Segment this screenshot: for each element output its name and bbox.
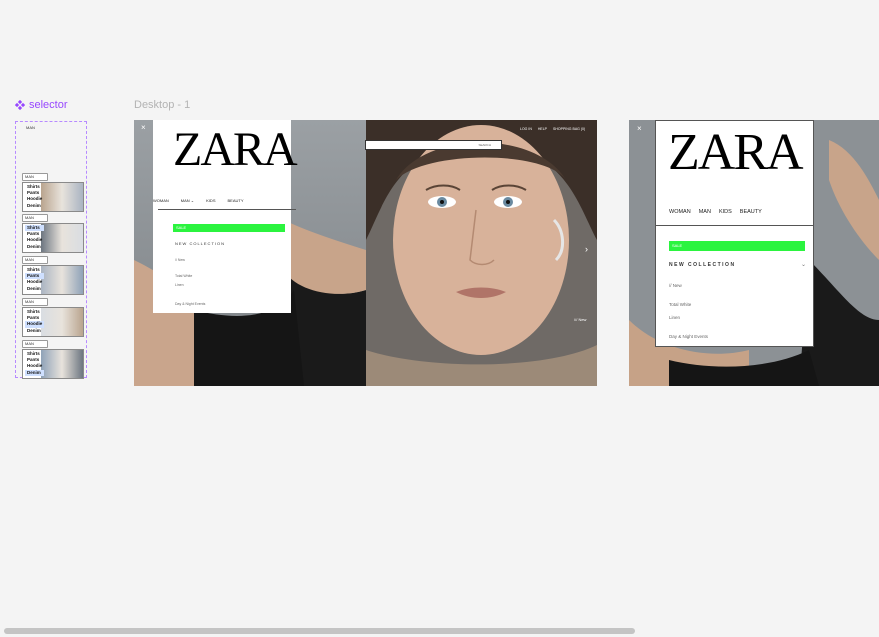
new-collection[interactable]: NEW COLLECTION bbox=[175, 241, 225, 246]
selector-variant[interactable]: MAN Shirts Pants Hoodie Denim bbox=[22, 173, 84, 212]
variant-option[interactable]: Hoodie bbox=[25, 279, 44, 285]
link-total-white[interactable]: Total White bbox=[175, 274, 192, 278]
menu-panel-2: ZARA WOMAN MAN KIDS BEAUTY SALE NEW COLL… bbox=[655, 120, 814, 347]
nav-tabs: WOMAN MAN KIDS BEAUTY bbox=[669, 209, 762, 215]
top-links: LOG IN HELP SHOPPING BAG (0) bbox=[520, 127, 585, 131]
horizontal-scrollbar[interactable] bbox=[4, 628, 635, 634]
selector-variant[interactable]: MAN Shirts Pants Hoodie Denim bbox=[22, 214, 84, 253]
link-linen[interactable]: Linen bbox=[175, 283, 184, 287]
tab-man[interactable]: MAN ⌄ bbox=[181, 198, 194, 203]
sale-bar[interactable]: SALE bbox=[173, 224, 285, 232]
tab-woman[interactable]: WOMAN bbox=[153, 198, 169, 203]
tab-kids[interactable]: KIDS bbox=[206, 198, 215, 203]
variant-option[interactable]: Hoodie bbox=[25, 237, 44, 243]
variant-option[interactable]: Denim bbox=[25, 286, 44, 292]
tab-beauty[interactable]: BEAUTY bbox=[740, 209, 762, 215]
variant-pill[interactable]: MAN bbox=[22, 298, 48, 306]
variant-pill[interactable]: MAN bbox=[22, 173, 48, 181]
login-link[interactable]: LOG IN bbox=[520, 127, 532, 131]
link-day-night-events[interactable]: Day & Night Events bbox=[175, 302, 205, 306]
tab-man[interactable]: MAN bbox=[699, 209, 711, 215]
model-face-svg bbox=[366, 120, 597, 386]
link-linen[interactable]: Linen bbox=[669, 315, 680, 320]
component-set[interactable]: MAN MAN Shirts Pants Hoodie Denim MAN Shirts Pa… bbox=[15, 121, 87, 379]
desktop-frame-2[interactable]: × ZARA WOMAN MAN KIDS BEAUTY SALE NEW CO… bbox=[629, 120, 879, 386]
variant-pill[interactable]: MAN bbox=[22, 256, 48, 264]
search-input[interactable]: SEARCH bbox=[365, 140, 502, 150]
tab-man-label: MAN bbox=[180, 198, 190, 203]
close-icon[interactable]: × bbox=[141, 123, 146, 132]
frame-label[interactable]: Desktop - 1 bbox=[134, 99, 190, 111]
selector-top-label: MAN bbox=[26, 125, 35, 130]
new-collection[interactable]: NEW COLLECTION bbox=[669, 262, 736, 268]
desktop-frame[interactable]: × ZARA WOMAN MAN ⌄ KIDS BEAUTY SALE NEW … bbox=[134, 120, 597, 386]
variant-option[interactable]: Denim bbox=[25, 244, 44, 250]
variant-option[interactable]: Hoodie bbox=[25, 196, 44, 202]
variant-pill[interactable]: MAN bbox=[22, 214, 48, 222]
close-icon[interactable]: × bbox=[637, 124, 642, 133]
variant-option[interactable]: Hoodie bbox=[25, 321, 45, 328]
variant-list: Shirts Pants Hoodie Denim bbox=[25, 351, 45, 376]
tab-divider bbox=[656, 225, 813, 226]
nav-tabs: WOMAN MAN ⌄ KIDS BEAUTY bbox=[153, 198, 244, 203]
chevron-down-icon: ⌄ bbox=[190, 198, 195, 203]
variant-option[interactable]: Denim bbox=[25, 369, 45, 376]
help-link[interactable]: HELP bbox=[538, 127, 547, 131]
link-new[interactable]: // New bbox=[669, 283, 682, 288]
variant-dropdown: Shirts Pants Hoodie Denim bbox=[22, 349, 84, 379]
component-name: selector bbox=[29, 99, 68, 111]
menu-panel: ZARA WOMAN MAN ⌄ KIDS BEAUTY SALE NEW CO… bbox=[153, 120, 298, 313]
variant-dropdown: Shirts Pants Hoodie Denim bbox=[22, 307, 84, 337]
tab-kids[interactable]: KIDS bbox=[719, 209, 732, 215]
new-badge: /// New bbox=[574, 317, 587, 322]
tab-divider bbox=[158, 209, 296, 210]
variant-thumbnail bbox=[41, 266, 83, 294]
component-icon bbox=[15, 100, 25, 110]
selector-variant[interactable]: MAN Shirts Pants Hoodie Denim bbox=[22, 298, 84, 337]
variant-option[interactable]: Denim bbox=[25, 328, 44, 334]
variant-pill[interactable]: MAN bbox=[22, 340, 48, 348]
variant-dropdown: Shirts Pants Hoodie Denim bbox=[22, 223, 84, 253]
variant-dropdown: Shirts Pants Hoodie Denim bbox=[22, 265, 84, 295]
tab-woman[interactable]: WOMAN bbox=[669, 209, 691, 215]
selector-variant[interactable]: MAN Shirts Pants Hoodie Denim bbox=[22, 256, 84, 295]
model-photo-face bbox=[366, 120, 597, 386]
variant-thumbnail bbox=[41, 350, 83, 378]
variant-option[interactable]: Denim bbox=[25, 203, 44, 209]
variant-list: Shirts Pants Hoodie Denim bbox=[25, 225, 45, 250]
tab-beauty[interactable]: BEAUTY bbox=[228, 198, 244, 203]
component-set-label[interactable]: selector bbox=[15, 99, 68, 111]
sale-bar[interactable]: SALE bbox=[669, 241, 805, 251]
chevron-down-icon[interactable]: ⌄ bbox=[801, 261, 806, 268]
variant-list: Shirts Pants Hoodie Denim bbox=[25, 184, 44, 209]
variant-thumbnail bbox=[41, 224, 83, 252]
zara-logo[interactable]: ZARA bbox=[173, 122, 298, 177]
variant-option[interactable]: Hoodie bbox=[25, 363, 44, 369]
variant-dropdown: Shirts Pants Hoodie Denim bbox=[22, 182, 84, 212]
chevron-right-icon[interactable]: › bbox=[585, 244, 588, 254]
zara-logo[interactable]: ZARA bbox=[668, 123, 804, 182]
variant-thumbnail bbox=[41, 308, 83, 336]
variant-thumbnail bbox=[41, 183, 83, 211]
shopping-bag-link[interactable]: SHOPPING BAG (0) bbox=[553, 127, 585, 131]
variant-list: Shirts Pants Hoodie Denim bbox=[25, 309, 45, 334]
link-day-night-events[interactable]: Day & Night Events bbox=[669, 334, 708, 339]
selector-variant[interactable]: MAN Shirts Pants Hoodie Denim bbox=[22, 340, 84, 379]
link-total-white[interactable]: Total White bbox=[669, 302, 691, 307]
link-new[interactable]: // New bbox=[175, 258, 185, 262]
variant-list: Shirts Pants Hoodie Denim bbox=[25, 267, 45, 292]
